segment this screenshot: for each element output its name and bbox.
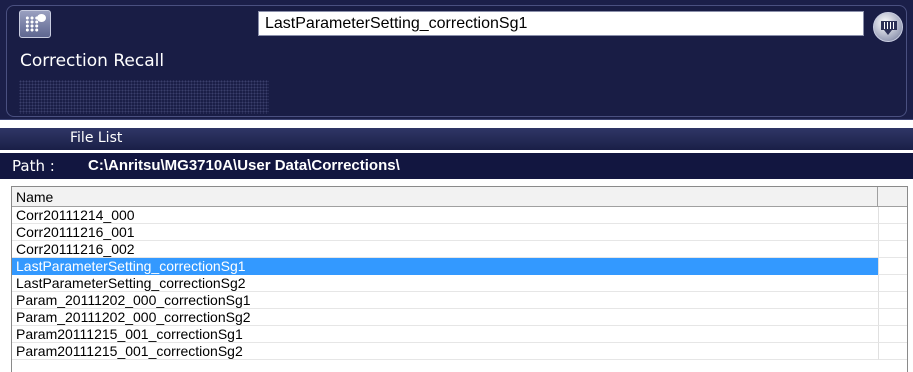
row-tail-cell	[878, 343, 907, 360]
column-header-name[interactable]: Name	[12, 187, 878, 207]
path-label: Path :	[12, 157, 55, 175]
list-item[interactable]: Param20111215_001_correctionSg1	[12, 326, 878, 343]
list-item[interactable]: Param20111215_001_correctionSg2	[12, 343, 878, 360]
column-header-spacer	[878, 187, 907, 207]
dialog-header-panel: LastParameterSetting_correctionSg1 Corre…	[0, 0, 913, 120]
decorative-dot-pattern	[19, 80, 269, 114]
menu-grid-icon[interactable]	[19, 10, 51, 38]
row-tail-cell	[878, 258, 907, 275]
path-bar: Path : C:\Anritsu\MG3710A\User Data\Corr…	[0, 153, 913, 179]
filename-input[interactable]: LastParameterSetting_correctionSg1	[258, 11, 864, 36]
row-tail-cell	[878, 309, 907, 326]
down-arrow-icon	[884, 30, 892, 35]
row-tail-cell	[878, 224, 907, 241]
list-item[interactable]: Corr20111216_001	[12, 224, 878, 241]
bubble-shape	[37, 14, 46, 22]
dialog-title: Correction Recall	[20, 51, 165, 71]
list-item[interactable]: LastParameterSetting_correctionSg2	[12, 275, 878, 292]
row-tail-cell	[878, 207, 907, 224]
list-item[interactable]: Param_20111202_000_correctionSg1	[12, 292, 878, 309]
row-tail-cell	[878, 241, 907, 258]
file-list-header: File List	[0, 128, 913, 150]
list-item[interactable]: Param_20111202_000_correctionSg2	[12, 309, 878, 326]
row-tail-cell	[878, 326, 907, 343]
file-list-title: File List	[70, 130, 123, 146]
column-header-label: Name	[16, 189, 54, 205]
list-item[interactable]: Corr20111216_002	[12, 241, 878, 258]
keyboard-keys	[881, 21, 897, 30]
file-list-table[interactable]: Name Corr20111214_000 Corr20111216_001 C…	[11, 186, 908, 372]
row-tail-cell	[878, 292, 907, 309]
keyboard-icon[interactable]	[873, 12, 903, 42]
path-value: C:\Anritsu\MG3710A\User Data\Corrections…	[88, 157, 400, 174]
row-tail-cell	[878, 275, 907, 292]
list-item[interactable]: Corr20111214_000	[12, 207, 878, 224]
list-item-selected[interactable]: LastParameterSetting_correctionSg1	[12, 258, 878, 275]
